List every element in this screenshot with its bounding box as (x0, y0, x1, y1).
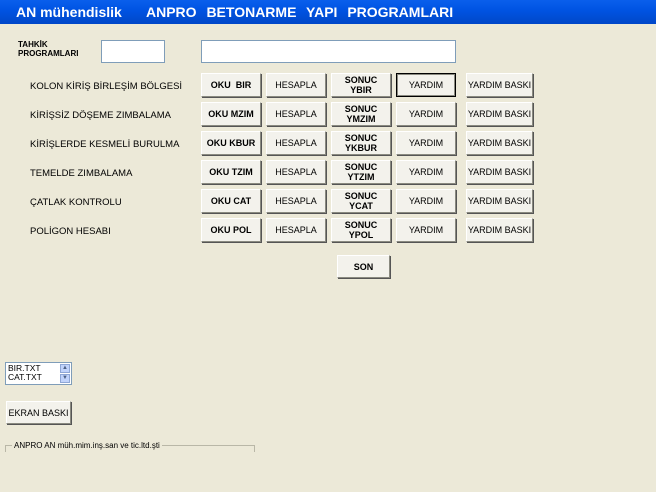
hesapla-button[interactable]: HESAPLA (266, 218, 326, 242)
yardim-button[interactable]: YARDIM (396, 73, 456, 97)
hesapla-button[interactable]: HESAPLA (266, 189, 326, 213)
yardim-baski-button[interactable]: YARDIM BASKI (466, 73, 533, 97)
scroll-up-icon[interactable]: ▲ (60, 364, 70, 373)
sonuc-button[interactable]: SONUC YBIR (331, 73, 391, 97)
row-label: KİRİŞSİZ DÖŞEME ZIMBALAMA (30, 110, 171, 121)
yardim-baski-button[interactable]: YARDIM BASKI (466, 131, 533, 155)
yardim-button[interactable]: YARDIM (396, 102, 456, 126)
description-input[interactable] (201, 40, 456, 63)
status-groupbox: ANPRO AN müh.mim.inş.san ve tic.ltd.şti (5, 441, 255, 452)
yardim-baski-button[interactable]: YARDIM BASKI (466, 102, 533, 126)
oku-button[interactable]: OKU POL (201, 218, 261, 242)
yardim-button[interactable]: YARDIM (396, 160, 456, 184)
hesapla-button[interactable]: HESAPLA (266, 131, 326, 155)
app-title: AN mühendislik (16, 4, 122, 20)
row-label: TEMELDE ZIMBALAMA (30, 168, 133, 179)
yardim-button[interactable]: YARDIM (396, 189, 456, 213)
tahkik-label: TAHKİK PROGRAMLARI (18, 40, 79, 58)
program-title: ANPRO BETONARME YAPI PROGRAMLARI (146, 4, 454, 20)
hesapla-button[interactable]: HESAPLA (266, 73, 326, 97)
yardim-button[interactable]: YARDIM (396, 218, 456, 242)
yardim-baski-button[interactable]: YARDIM BASKI (466, 218, 533, 242)
yardim-baski-button[interactable]: YARDIM BASKI (466, 189, 533, 213)
hesapla-button[interactable]: HESAPLA (266, 160, 326, 184)
ekran-baski-button[interactable]: EKRAN BASKI (6, 401, 71, 424)
yardim-baski-button[interactable]: YARDIM BASKI (466, 160, 533, 184)
oku-button[interactable]: OKU TZIM (201, 160, 261, 184)
oku-button[interactable]: OKU CAT (201, 189, 261, 213)
row-label: POLİGON HESABI (30, 226, 111, 237)
hesapla-button[interactable]: HESAPLA (266, 102, 326, 126)
son-button[interactable]: SON (337, 255, 390, 278)
yardim-button[interactable]: YARDIM (396, 131, 456, 155)
oku-button[interactable]: OKU BIR (201, 73, 261, 97)
sonuc-button[interactable]: SONUC YCAT (331, 189, 391, 213)
oku-button[interactable]: OKU MZIM (201, 102, 261, 126)
status-text: ANPRO AN müh.mim.inş.san ve tic.ltd.şti (12, 441, 162, 450)
tahkik-input[interactable] (101, 40, 165, 63)
sonuc-button[interactable]: SONUC YMZIM (331, 102, 391, 126)
sonuc-button[interactable]: SONUC YKBUR (331, 131, 391, 155)
row-label: KİRİŞLERDE KESMELİ BURULMA (30, 139, 180, 150)
sonuc-button[interactable]: SONUC YPOL (331, 218, 391, 242)
row-label: KOLON KİRİŞ BİRLEŞİM BÖLGESİ (30, 81, 183, 92)
sonuc-button[interactable]: SONUC YTZIM (331, 160, 391, 184)
file-listbox[interactable]: BIR.TXT CAT.TXT ▲ ▼ (5, 362, 72, 385)
title-bar: AN mühendislik ANPRO BETONARME YAPI PROG… (0, 0, 656, 24)
scroll-down-icon[interactable]: ▼ (60, 374, 70, 383)
row-label: ÇATLAK KONTROLU (30, 197, 122, 208)
oku-button[interactable]: OKU KBUR (201, 131, 261, 155)
